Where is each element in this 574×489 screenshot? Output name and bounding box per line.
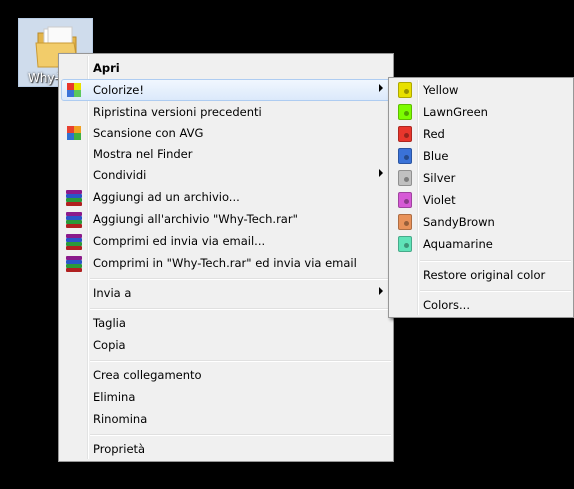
colorize-icon	[67, 83, 81, 97]
menu-item-colors[interactable]: Colors...	[391, 294, 571, 316]
menu-item-compress-why-tech-email[interactable]: Comprimi in "Why-Tech.rar" ed invia via …	[61, 252, 391, 274]
menu-item-restore-original-color[interactable]: Restore original color	[391, 264, 571, 286]
menu-item-create-shortcut[interactable]: Crea collegamento	[61, 364, 391, 386]
winrar-icon	[66, 211, 82, 228]
menu-separator	[420, 290, 571, 292]
menu-item-show-in-finder[interactable]: Mostra nel Finder	[61, 143, 391, 165]
menu-item-color-sandybrown[interactable]: SandyBrown	[391, 211, 571, 233]
menu-item-colorize[interactable]: Colorize!	[61, 79, 391, 101]
color-folder-icon	[398, 104, 412, 120]
menu-item-color-red[interactable]: Red	[391, 123, 571, 145]
color-folder-icon	[398, 170, 412, 186]
colorize-submenu: Yellow LawnGreen Red Blue Silver Violet SandyB…	[388, 77, 574, 318]
menu-item-delete[interactable]: Elimina	[61, 386, 391, 408]
color-folder-icon	[398, 214, 412, 230]
winrar-icon	[66, 189, 82, 206]
color-folder-icon	[398, 148, 412, 164]
menu-item-send-to[interactable]: Invia a	[61, 282, 391, 304]
color-folder-icon	[398, 82, 412, 98]
color-folder-icon	[398, 126, 412, 142]
menu-item-color-blue[interactable]: Blue	[391, 145, 571, 167]
menu-item-restore-versions[interactable]: Ripristina versioni precedenti	[61, 101, 391, 123]
submenu-arrow-icon	[379, 287, 383, 295]
winrar-icon	[66, 233, 82, 250]
menu-item-copy[interactable]: Copia	[61, 334, 391, 356]
menu-item-color-silver[interactable]: Silver	[391, 167, 571, 189]
menu-item-color-aquamarine[interactable]: Aquamarine	[391, 233, 571, 255]
menu-item-add-to-archive[interactable]: Aggiungi ad un archivio...	[61, 186, 391, 208]
winrar-icon	[66, 255, 82, 272]
menu-separator	[90, 434, 391, 436]
menu-item-properties[interactable]: Proprietà	[61, 438, 391, 460]
menu-item-avg-scan[interactable]: Scansione con AVG	[61, 122, 391, 144]
menu-item-color-lawngreen[interactable]: LawnGreen	[391, 101, 571, 123]
menu-separator	[90, 278, 391, 280]
menu-item-rename[interactable]: Rinomina	[61, 408, 391, 430]
submenu-arrow-icon	[379, 169, 383, 177]
menu-item-color-violet[interactable]: Violet	[391, 189, 571, 211]
submenu-arrow-icon	[379, 84, 383, 92]
menu-item-add-to-why-tech-rar[interactable]: Aggiungi all'archivio "Why-Tech.rar"	[61, 208, 391, 230]
menu-item-compress-email[interactable]: Comprimi ed invia via email...	[61, 230, 391, 252]
color-folder-icon	[398, 236, 412, 252]
context-menu: Apri Colorize! Ripristina versioni prece…	[58, 53, 394, 462]
menu-separator	[90, 308, 391, 310]
avg-icon	[66, 125, 82, 141]
menu-item-cut[interactable]: Taglia	[61, 312, 391, 334]
color-folder-icon	[398, 192, 412, 208]
menu-separator	[420, 260, 571, 262]
menu-item-share[interactable]: Condividi	[61, 164, 391, 186]
menu-separator	[90, 360, 391, 362]
menu-item-color-yellow[interactable]: Yellow	[391, 79, 571, 101]
menu-item-apri[interactable]: Apri	[61, 57, 391, 79]
